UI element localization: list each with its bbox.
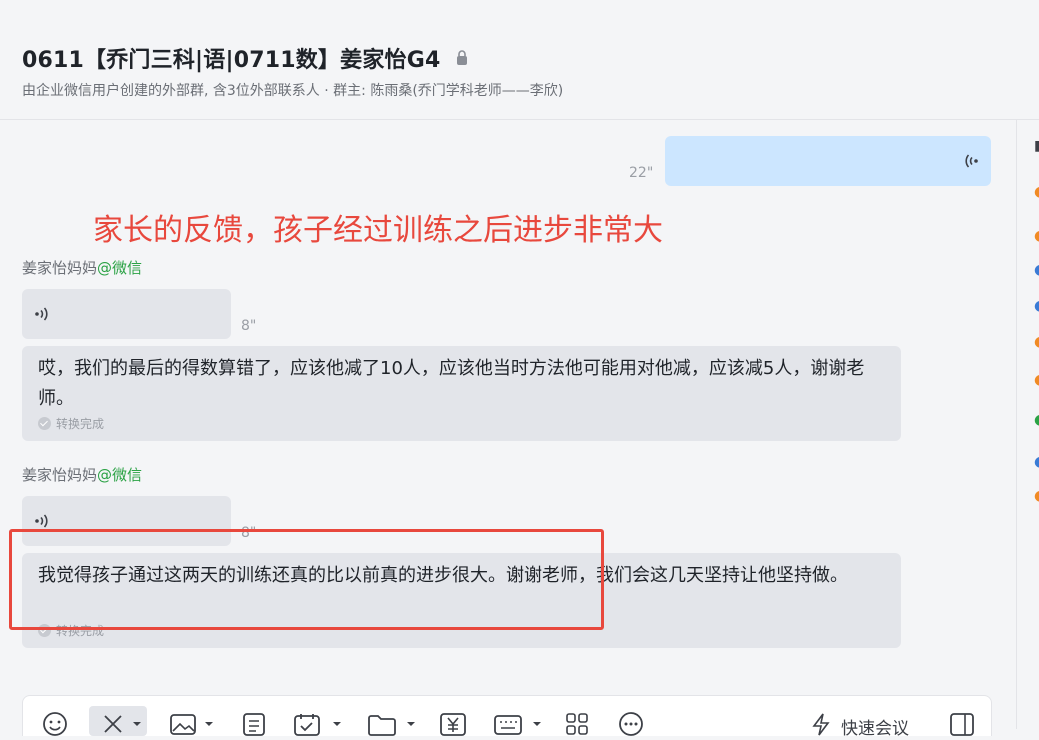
sender-tag: @微信 <box>97 259 143 277</box>
panel-edge-glyph: ● <box>1034 488 1039 504</box>
apps-icon[interactable] <box>565 712 591 740</box>
sender-label: 姜家怡妈妈@微信 <box>22 257 142 278</box>
yen-icon[interactable] <box>439 712 467 740</box>
more-chat-icon[interactable] <box>617 712 645 740</box>
transcript-bubble[interactable]: 哎，我们的最后的得数算错了，应该他减了10人，应该他当时方法他可能用对他减，应该… <box>22 346 901 441</box>
transcript-status: 转换完成 <box>38 415 104 432</box>
panel-edge-glyph: ● <box>1034 184 1039 200</box>
incoming-voice-message[interactable] <box>22 289 231 339</box>
keyboard-icon[interactable] <box>493 712 545 740</box>
panel-edge-glyph: ● <box>1034 228 1039 244</box>
sender-tag: @微信 <box>97 466 143 484</box>
document-icon[interactable] <box>241 712 267 740</box>
check-circle-icon <box>38 417 51 430</box>
outgoing-voice-message[interactable] <box>665 136 991 186</box>
voice-wave-icon <box>961 153 979 173</box>
voice-duration: 8" <box>241 318 257 334</box>
panel-edge-glyph: ● <box>1034 298 1039 314</box>
sender-name: 姜家怡妈妈 <box>22 259 98 277</box>
panel-edge-glyph: ● <box>1034 454 1039 470</box>
message-list[interactable]: 22" 家长的反馈，孩子经过训练之后进步非常大 姜家怡妈妈@微信 8" 哎，我们… <box>0 120 1016 739</box>
sender-label: 姜家怡妈妈@微信 <box>22 464 142 485</box>
emoji-icon[interactable] <box>41 712 69 740</box>
transcript-status-text: 转换完成 <box>56 417 105 431</box>
right-side-panel: ■ ● ● ● ● ● ● ● ● ● <box>1016 120 1039 729</box>
group-title: 0611【乔门三科|语|0711数】姜家怡G4 <box>22 42 468 74</box>
scissors-icon[interactable] <box>101 712 145 740</box>
image-icon[interactable] <box>169 712 219 740</box>
voice-duration: 22" <box>629 165 654 181</box>
panel-edge-glyph: ■ <box>1034 138 1039 154</box>
group-subtitle: 由企业微信用户创建的外部群, 含3位外部联系人 · 群主: 陈雨桑(乔门学科老师… <box>22 83 564 99</box>
highlight-box <box>9 529 604 630</box>
sender-name: 姜家怡妈妈 <box>22 466 98 484</box>
group-title-text: 0611【乔门三科|语|0711数】姜家怡G4 <box>22 48 441 73</box>
panel-edge-glyph: ● <box>1034 372 1039 388</box>
lock-icon <box>456 47 468 72</box>
sidebar-toggle-icon[interactable] <box>949 712 975 740</box>
transcript-text: 哎，我们的最后的得数算错了，应该他减了10人，应该他当时方法他可能用对他减，应该… <box>38 358 865 409</box>
panel-edge-glyph: ● <box>1034 412 1039 428</box>
quick-meeting-button[interactable]: 快速会议 <box>841 714 909 739</box>
panel-edge-glyph: ● <box>1034 334 1039 350</box>
panel-edge-glyph: ● <box>1034 262 1039 278</box>
lightning-icon[interactable] <box>809 712 833 740</box>
composer-toolbar: 快速会议 <box>22 695 992 739</box>
calendar-icon[interactable] <box>293 712 349 740</box>
annotation-text: 家长的反馈，孩子经过训练之后进步非常大 <box>93 213 663 248</box>
chat-header: 0611【乔门三科|语|0711数】姜家怡G4 由企业微信用户创建的外部群, 含… <box>0 0 1039 120</box>
voice-wave-icon <box>34 306 52 326</box>
folder-icon[interactable] <box>367 712 421 740</box>
